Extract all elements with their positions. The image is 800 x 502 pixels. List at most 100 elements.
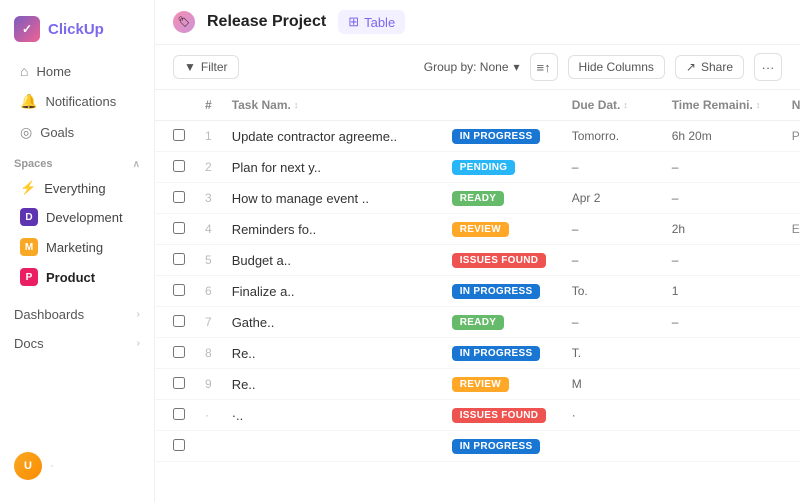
due-date-cell: – [562,214,662,245]
sidebar-footer: U · [0,442,154,490]
row-checkbox-cell [155,276,195,307]
sidebar-item-docs[interactable]: Docs › [0,329,154,358]
row-checkbox[interactable] [173,222,185,234]
table-row[interactable]: 7Gathe..READY–– [155,307,800,338]
share-button[interactable]: ↗ Share [675,55,744,79]
sidebar-item-development[interactable]: D Development [6,203,148,231]
logo[interactable]: ✓ ClickUp [0,12,154,56]
sidebar-item-goals[interactable]: ◎ Goals [6,118,148,147]
sort-icon: ↕ [756,100,761,110]
sidebar-item-dashboards[interactable]: Dashboards › [0,300,154,329]
filter-button[interactable]: ▼ Filter [173,55,239,79]
sidebar-item-everything[interactable]: ⚡ Everything [6,175,148,201]
table-view-tab[interactable]: ⊞ Table [338,10,405,34]
hide-columns-button[interactable]: Hide Columns [568,55,665,79]
row-number: 4 [195,214,222,245]
user-avatar[interactable]: U [14,452,42,480]
group-by-selector[interactable]: Group by: None ▾ [424,60,520,74]
notes-cell: Execu. [782,214,800,245]
row-number: 8 [195,338,222,369]
row-number: · [195,400,222,431]
col-num[interactable]: # [195,90,222,121]
col-checkbox [155,90,195,121]
col-due[interactable]: Due Dat.↕ [562,90,662,121]
table-row[interactable]: 8Re..IN PROGRESST. [155,338,800,369]
main-content: 🏷 Release Project ⊞ Table ▼ Filter Group… [155,0,800,502]
status-badge: IN PROGRESS [452,129,541,144]
status-cell: IN PROGRESS [442,121,562,152]
row-number: 5 [195,245,222,276]
sort-icon: ↕ [623,100,628,110]
row-checkbox[interactable] [173,284,185,296]
row-checkbox[interactable] [173,315,185,327]
notes-cell [782,152,800,183]
page-header: 🏷 Release Project ⊞ Table [155,0,800,45]
table-row[interactable]: IN PROGRESS [155,431,800,462]
group-by-label: Group by: None [424,60,509,74]
row-checkbox-cell [155,214,195,245]
table-row[interactable]: 1Update contractor agreeme..IN PROGRESST… [155,121,800,152]
sort-button[interactable]: ≡↑ [530,53,558,81]
task-name-cell[interactable]: Finalize a.. [222,276,442,307]
status-cell: IN PROGRESS [442,431,562,462]
task-name-cell[interactable]: Re.. [222,369,442,400]
row-checkbox[interactable] [173,439,185,451]
row-checkbox[interactable] [173,377,185,389]
product-dot: P [20,268,38,286]
more-options-button[interactable]: ··· [754,53,782,81]
task-name-cell[interactable]: Re.. [222,338,442,369]
status-badge: READY [452,315,505,330]
chevron-icon: ∧ [133,159,140,170]
row-checkbox-cell [155,245,195,276]
sidebar-item-marketing[interactable]: M Marketing [6,233,148,261]
col-task[interactable]: Task Nam.↕ [222,90,442,121]
row-checkbox-cell [155,369,195,400]
task-name-cell[interactable]: How to manage event .. [222,183,442,214]
task-name-cell[interactable]: Update contractor agreeme.. [222,121,442,152]
row-checkbox[interactable] [173,191,185,203]
status-cell: IN PROGRESS [442,276,562,307]
development-dot: D [20,208,38,226]
row-checkbox[interactable] [173,160,185,172]
table-row[interactable]: 4Reminders fo..REVIEW–2hExecu. [155,214,800,245]
table-row[interactable]: 2Plan for next y..PENDING–– [155,152,800,183]
task-name-cell[interactable]: ·.. [222,400,442,431]
sidebar-item-label: Home [36,64,71,79]
sidebar-item-home[interactable]: ⌂ Home [6,57,148,85]
row-checkbox[interactable] [173,408,185,420]
task-name-cell[interactable]: Gathe.. [222,307,442,338]
task-name-cell[interactable]: Plan for next y.. [222,152,442,183]
docs-label: Docs [14,336,44,351]
sidebar-item-notifications[interactable]: 🔔 Notifications [6,87,148,116]
status-badge: IN PROGRESS [452,346,541,361]
status-badge: IN PROGRESS [452,284,541,299]
table-row[interactable]: 3How to manage event ..READYApr 2– [155,183,800,214]
status-cell: ISSUES FOUND [442,245,562,276]
sidebar-item-label: Notifications [45,94,116,109]
row-checkbox[interactable] [173,129,185,141]
chevron-down-icon: ▾ [514,60,520,74]
col-status [442,90,562,121]
col-time[interactable]: Time Remaini.↕ [662,90,782,121]
table-row[interactable]: 9Re..REVIEWM [155,369,800,400]
sidebar-bottom: Dashboards › Docs › [0,300,154,358]
time-remaining-cell [662,431,782,462]
row-checkbox[interactable] [173,346,185,358]
table-row[interactable]: 6Finalize a..IN PROGRESSTo.1 [155,276,800,307]
table-row[interactable]: ··..ISSUES FOUND· [155,400,800,431]
sidebar: ✓ ClickUp ⌂ Home 🔔 Notifications ◎ Goals… [0,0,155,502]
status-cell: REVIEW [442,214,562,245]
sidebar-item-product[interactable]: P Product [6,263,148,291]
row-checkbox[interactable] [173,253,185,265]
col-notes[interactable]: Note.↕ [782,90,800,121]
task-name-cell[interactable]: Budget a.. [222,245,442,276]
notes-cell [782,338,800,369]
status-cell: ISSUES FOUND [442,400,562,431]
task-name-cell[interactable] [222,431,442,462]
due-date-cell: – [562,245,662,276]
task-name-cell[interactable]: Reminders fo.. [222,214,442,245]
notes-cell [782,276,800,307]
table-row[interactable]: 5Budget a..ISSUES FOUND–– [155,245,800,276]
row-number: 1 [195,121,222,152]
logo-label: ClickUp [48,21,104,38]
